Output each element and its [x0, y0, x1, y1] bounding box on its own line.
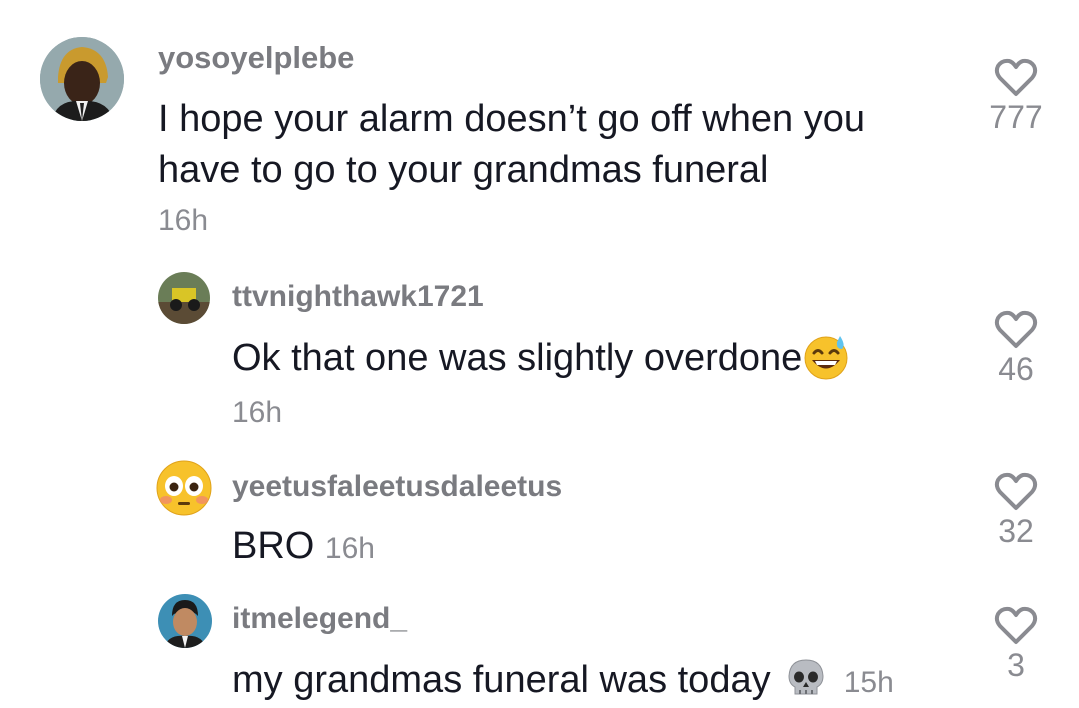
like-button[interactable]: 46 — [976, 310, 1056, 388]
comment-timestamp: 16h — [232, 396, 283, 429]
like-count: 3 — [1007, 647, 1025, 683]
like-count: 46 — [998, 351, 1034, 387]
comment-timestamp: 16h — [158, 204, 209, 237]
comment-text: my grandmas funeral was today 15h — [232, 655, 972, 708]
comment-body: BRO — [232, 525, 315, 567]
comment-username[interactable]: ttvnighthawk1721 — [232, 280, 484, 314]
comment-text: I hope your alarm doesn’t go off when yo… — [158, 94, 948, 196]
comment-username[interactable]: yosoyelplebe — [158, 40, 354, 76]
comment-body: my grandmas funeral was today — [232, 659, 771, 701]
comment-text: BRO 16h — [232, 521, 972, 574]
like-button[interactable]: 777 — [976, 58, 1056, 136]
heart-icon — [994, 472, 1038, 510]
heart-icon — [994, 310, 1038, 348]
like-count: 777 — [989, 99, 1043, 135]
comment-body: Ok that one was slightly overdone — [232, 337, 803, 380]
reply-item: yeetusfaleetusdaleetus BRO 16h 32 — [0, 450, 1079, 580]
skull-emoji — [781, 656, 827, 707]
comment-username[interactable]: itmelegend_ — [232, 602, 407, 636]
man-portrait-avatar[interactable] — [40, 37, 124, 121]
reply-item: ttvnighthawk1721 Ok that one was slightl… — [0, 260, 1079, 440]
heart-icon — [994, 58, 1038, 96]
comment-timestamp: 15h — [843, 666, 894, 699]
flushed-face-emoji-avatar[interactable] — [156, 460, 212, 516]
comment-item: yosoyelplebe I hope your alarm doesn’t g… — [0, 0, 1079, 250]
like-button[interactable]: 3 — [976, 606, 1056, 684]
comment-timestamp: 16h — [324, 532, 375, 565]
reply-item: itmelegend_ my grandmas funeral was toda… — [0, 584, 1079, 706]
comment-text: Ok that one was slightly overdone — [232, 333, 972, 387]
grinning-sweat-emoji — [802, 333, 850, 387]
heart-icon — [994, 606, 1038, 644]
like-count: 32 — [998, 513, 1034, 549]
cartoon-man-avatar[interactable] — [158, 594, 212, 648]
comment-body: I hope your alarm doesn’t go off when yo… — [158, 98, 865, 191]
like-button[interactable]: 32 — [976, 472, 1056, 550]
jeep-offroad-avatar[interactable] — [158, 272, 210, 324]
comment-username[interactable]: yeetusfaleetusdaleetus — [232, 470, 562, 504]
